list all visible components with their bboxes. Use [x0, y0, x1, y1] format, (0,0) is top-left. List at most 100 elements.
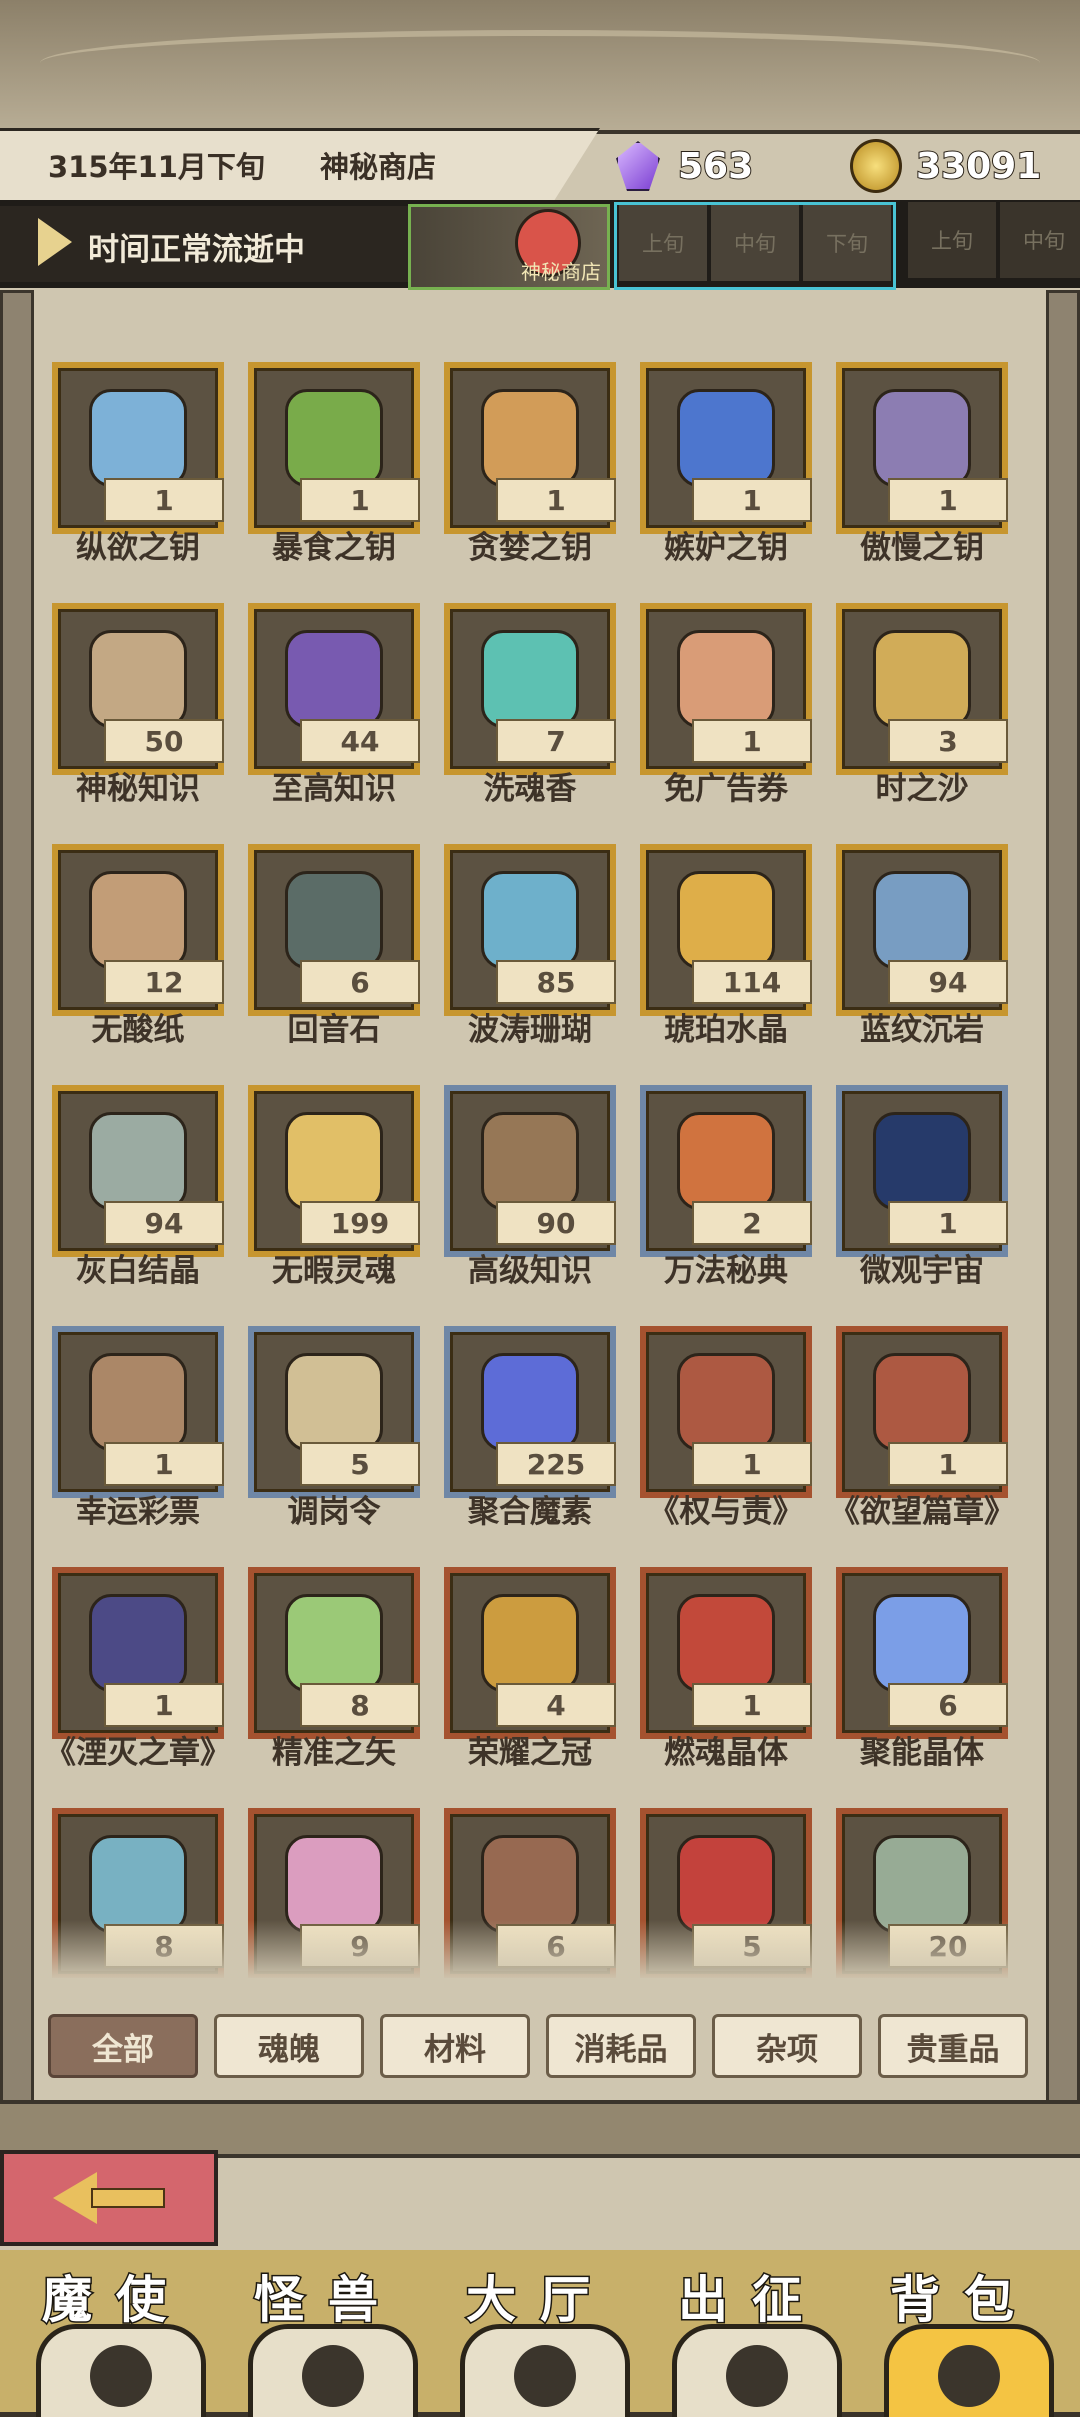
item-icon [89, 1353, 187, 1451]
tab-valuable[interactable]: 贵重品 [878, 2014, 1028, 2078]
grid-fade [40, 1920, 1040, 1980]
item-count: 1 [692, 1442, 812, 1486]
inventory-item[interactable]: 94 灰白结晶 [40, 1041, 236, 1289]
back-button[interactable] [0, 2150, 218, 2246]
time-status-label: 时间正常流逝中 [88, 232, 305, 268]
tab-all[interactable]: 全部 [48, 2014, 198, 2078]
item-icon [481, 1112, 579, 1210]
inventory-item[interactable]: 3 时之沙 [824, 559, 1020, 807]
inventory-item[interactable]: 1 免广告券 [628, 559, 824, 807]
inventory-item[interactable]: 12 无酸纸 [40, 800, 236, 1048]
item-icon [481, 630, 579, 728]
item-count: 94 [104, 1201, 224, 1245]
inventory-item[interactable]: 6 回音石 [236, 800, 432, 1048]
tab-misc[interactable]: 杂项 [712, 2014, 862, 2078]
nav-lobby[interactable]: 大厅 [440, 2250, 640, 2417]
nav-monster[interactable]: 怪兽 [228, 2250, 428, 2417]
item-count: 6 [888, 1683, 1008, 1727]
gem-counter: 563 [612, 138, 754, 194]
inventory-item[interactable]: 85 波涛珊瑚 [432, 800, 628, 1048]
item-icon [677, 871, 775, 969]
item-count: 44 [300, 719, 420, 763]
tab-soul[interactable]: 魂魄 [214, 2014, 364, 2078]
item-count: 94 [888, 960, 1008, 1004]
current-month-periods: 上旬 中旬 下旬 [614, 202, 896, 290]
nav-expedition-label: 出征 [677, 2270, 826, 2331]
inventory-item[interactable]: 2 万法秘典 [628, 1041, 824, 1289]
item-icon [873, 389, 971, 487]
inventory-grid-area[interactable]: 1 纵欲之钥 1 暴食之钥 1 贪婪之钥 1 嫉妒之钥 1 傲慢之钥 50 神秘知识 44 至高知识 7 洗魂… [40, 318, 1040, 1978]
period-early[interactable]: 上旬 [619, 205, 707, 281]
left-frame-post [0, 290, 34, 2126]
inventory-item[interactable]: 4 荣耀之冠 [432, 1523, 628, 1771]
item-icon [285, 1594, 383, 1692]
inventory-item[interactable]: 225 聚合魔素 [432, 1282, 628, 1530]
item-icon [873, 630, 971, 728]
item-count: 85 [496, 960, 616, 1004]
inventory-item[interactable]: 1 纵欲之钥 [40, 318, 236, 566]
item-count: 1 [496, 478, 616, 522]
nav-expedition[interactable]: 出征 [652, 2250, 852, 2417]
shop-thumbnail-label: 神秘商店 [521, 260, 601, 284]
item-count: 1 [300, 478, 420, 522]
next-period-early[interactable]: 上旬 [908, 202, 996, 278]
inventory-item[interactable]: 1 嫉妒之钥 [628, 318, 824, 566]
item-icon [89, 1112, 187, 1210]
tab-material[interactable]: 材料 [380, 2014, 530, 2078]
inventory-item[interactable]: 1 幸运彩票 [40, 1282, 236, 1530]
item-icon [89, 1835, 187, 1933]
period-late[interactable]: 下旬 [803, 205, 891, 281]
item-icon [285, 630, 383, 728]
inventory-item[interactable]: 44 至高知识 [236, 559, 432, 807]
inventory-item[interactable]: 5 调岗令 [236, 1282, 432, 1530]
item-icon [481, 1835, 579, 1933]
inventory-item[interactable]: 6 聚能晶体 [824, 1523, 1020, 1771]
tab-consumable[interactable]: 消耗品 [546, 2014, 696, 2078]
item-icon [89, 1594, 187, 1692]
item-icon [481, 1353, 579, 1451]
backpack-icon [884, 2324, 1054, 2417]
lobby-icon [460, 2324, 630, 2417]
gold-coin-icon [850, 139, 902, 193]
inventory-item[interactable]: 114 琥珀水晶 [628, 800, 824, 1048]
shop-thumbnail[interactable]: 神秘商店 [408, 204, 610, 290]
nav-backpack[interactable]: 背包 [864, 2250, 1064, 2417]
inventory-item[interactable]: 50 神秘知识 [40, 559, 236, 807]
play-icon[interactable] [38, 218, 72, 266]
back-arrow-tail [91, 2188, 165, 2208]
item-icon [89, 389, 187, 487]
inventory-item[interactable]: 94 蓝纹沉岩 [824, 800, 1020, 1048]
item-icon [677, 1112, 775, 1210]
item-icon [285, 871, 383, 969]
bottom-navigation: 魔使 怪兽 大厅 出征 背包 [0, 2250, 1080, 2417]
nav-demon[interactable]: 魔使 [16, 2250, 216, 2417]
item-count: 50 [104, 719, 224, 763]
period-mid[interactable]: 中旬 [711, 205, 799, 281]
inventory-item[interactable]: 199 无暇灵魂 [236, 1041, 432, 1289]
inventory-item[interactable]: 90 高级知识 [432, 1041, 628, 1289]
next-period-mid[interactable]: 中旬 [1000, 202, 1080, 278]
inventory-item[interactable]: 1 《权与责》 [628, 1282, 824, 1530]
item-count: 90 [496, 1201, 616, 1245]
item-count: 1 [888, 1201, 1008, 1245]
inventory-item[interactable]: 1 暴食之钥 [236, 318, 432, 566]
item-icon [677, 389, 775, 487]
item-icon [481, 871, 579, 969]
next-month-periods: 上旬 中旬 [906, 202, 1080, 284]
item-icon [873, 1594, 971, 1692]
inventory-item[interactable]: 1 《欲望篇章》 [824, 1282, 1020, 1530]
inventory-item[interactable]: 1 《湮灭之章》 [40, 1523, 236, 1771]
item-icon [677, 1594, 775, 1692]
item-count: 3 [888, 719, 1008, 763]
item-count: 7 [496, 719, 616, 763]
inventory-item[interactable]: 1 燃魂晶体 [628, 1523, 824, 1771]
item-count: 8 [300, 1683, 420, 1727]
item-icon [873, 1835, 971, 1933]
nav-lobby-label: 大厅 [465, 2270, 614, 2331]
inventory-item[interactable]: 1 微观宇宙 [824, 1041, 1020, 1289]
inventory-item[interactable]: 7 洗魂香 [432, 559, 628, 807]
inventory-item[interactable]: 1 傲慢之钥 [824, 318, 1020, 566]
inventory-item[interactable]: 8 精准之矢 [236, 1523, 432, 1771]
top-frame-decoration [0, 0, 1080, 134]
inventory-item[interactable]: 1 贪婪之钥 [432, 318, 628, 566]
